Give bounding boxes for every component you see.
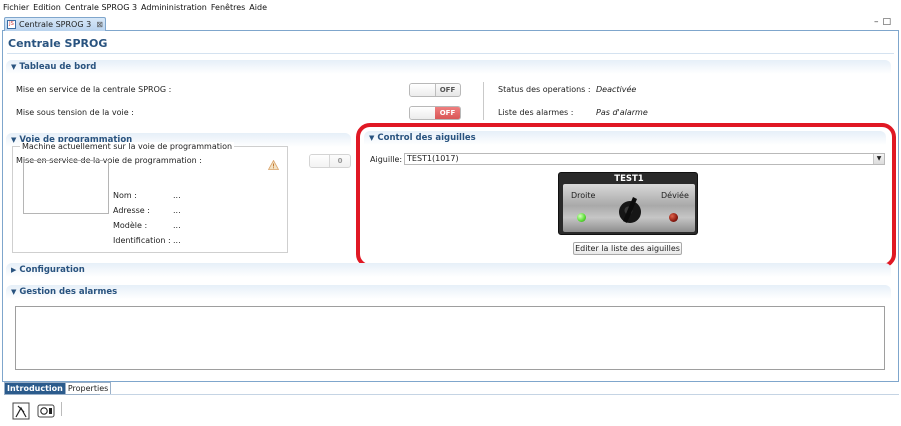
section-label: Gestion des alarmes xyxy=(19,287,118,297)
status-operations-label: Status des operations : xyxy=(498,85,591,94)
bottom-tab-divider xyxy=(100,394,899,395)
vertical-divider xyxy=(483,82,484,120)
title-divider xyxy=(7,53,894,54)
section-label: Tableau de bord xyxy=(19,62,97,72)
warning-icon xyxy=(268,160,279,170)
menu-fenetres[interactable]: Fenêtres xyxy=(208,0,246,12)
toggle-state: OFF xyxy=(435,107,460,119)
maximize-icon[interactable]: □ xyxy=(882,17,895,27)
toggle-state: 0 xyxy=(337,157,343,165)
section-label: Configuration xyxy=(19,265,85,275)
centrale-power-toggle[interactable]: OFF xyxy=(409,83,461,97)
expanded-triangle-icon: ▼ xyxy=(11,63,17,71)
section-tableau-de-bord[interactable]: ▼ Tableau de bord xyxy=(6,60,891,74)
editor-tab-strip: JS Centrale SPROG 3 ⊠ –□ xyxy=(2,16,899,31)
menu-fichier[interactable]: Fichier xyxy=(0,0,30,12)
liste-alarmes-value: Pas d'alarme xyxy=(596,108,648,117)
toggle-knob xyxy=(410,84,436,96)
voie-tension-toggle[interactable]: OFF xyxy=(409,106,461,120)
tab-introduction[interactable]: Introduction xyxy=(4,382,66,395)
alarm-list-area[interactable] xyxy=(15,306,885,370)
toggle-state: OFF xyxy=(439,86,456,94)
tab-centrale-sprog[interactable]: JS Centrale SPROG 3 ⊠ xyxy=(4,17,106,31)
field-modele-label: Modèle : xyxy=(113,221,148,230)
menu-centrale-sprog[interactable]: Centrale SPROG 3 xyxy=(62,0,138,12)
section-gestion-alarmes[interactable]: ▼ Gestion des alarmes xyxy=(6,285,891,299)
close-tab-icon[interactable]: ⊠ xyxy=(96,20,103,29)
voie-programmation-toggle[interactable]: 0 xyxy=(309,154,351,168)
menu-bar: Fichier Edition Centrale SPROG 3 Admininist… xyxy=(0,0,901,15)
toggle-knob xyxy=(310,155,330,167)
controller-tool-icon[interactable] xyxy=(37,402,55,420)
machine-image xyxy=(23,160,109,214)
expanded-triangle-icon: ▼ xyxy=(11,288,17,296)
highlight-frame xyxy=(356,123,896,268)
field-identification-label: Identification : xyxy=(113,236,171,245)
tab-label: Centrale SPROG 3 xyxy=(19,20,92,29)
menu-aide[interactable]: Aide xyxy=(246,0,268,12)
section-configuration[interactable]: ▶ Configuration xyxy=(6,263,891,277)
menu-edition[interactable]: Edition xyxy=(30,0,62,12)
mise-tension-voie-label: Mise sous tension de la voie : xyxy=(16,108,134,117)
machine-groupbox-legend: Machine actuellement sur la voie de prog… xyxy=(20,142,235,151)
field-modele-value: ... xyxy=(173,221,181,230)
field-adresse-value: ... xyxy=(173,206,181,215)
window-controls: –□ xyxy=(874,17,895,27)
machine-groupbox: Machine actuellement sur la voie de prog… xyxy=(12,142,288,253)
mise-service-centrale-label: Mise en service de la centrale SPROG : xyxy=(16,85,172,94)
liste-alarmes-label: Liste des alarmes : xyxy=(498,108,574,117)
collapsed-triangle-icon: ▶ xyxy=(11,266,17,274)
field-nom-label: Nom : xyxy=(113,191,137,200)
field-identification-value: ... xyxy=(173,236,181,245)
track-switch-tool-icon[interactable] xyxy=(12,402,30,420)
bottom-tab-bar: Introduction Properties xyxy=(4,382,112,395)
field-nom-value: ... xyxy=(173,191,181,200)
status-operations-value: Deactivée xyxy=(596,85,637,94)
field-adresse-label: Adresse : xyxy=(113,206,150,215)
toggle-knob xyxy=(410,107,436,119)
toolbar-separator xyxy=(61,402,62,416)
expanded-triangle-icon: ▼ xyxy=(11,136,17,144)
page-title: Centrale SPROG xyxy=(8,37,108,50)
sprog-app-icon: JS xyxy=(7,20,16,29)
menu-administration[interactable]: Admininistration xyxy=(138,0,208,12)
